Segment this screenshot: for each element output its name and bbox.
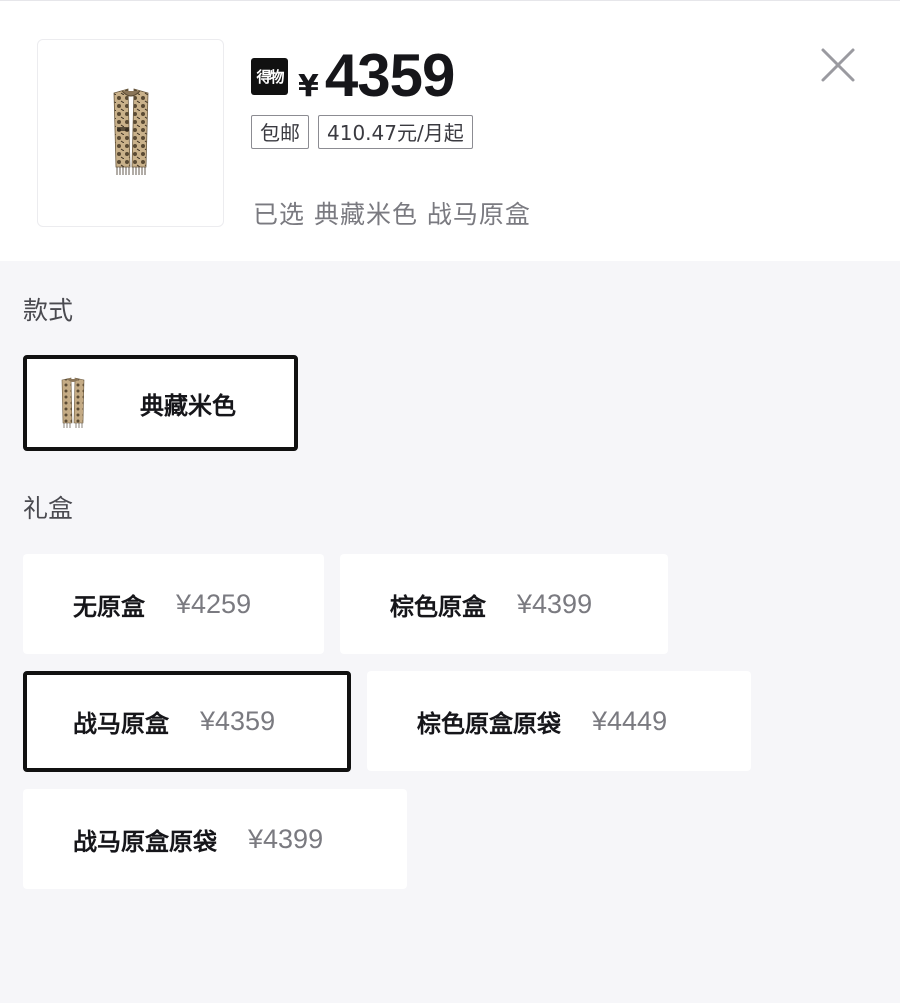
close-button[interactable]: [818, 45, 858, 85]
installment-tag[interactable]: 410.47元/月起: [318, 115, 473, 149]
scarf-swatch-icon: [61, 377, 85, 428]
scarf-image-icon: [113, 88, 149, 175]
giftbox-option-no-box[interactable]: 无原盒 ¥4259: [23, 554, 324, 654]
style-section-title: 款式: [23, 296, 74, 325]
selected-summary: 已选 典藏米色 战马原盒: [253, 200, 531, 229]
giftbox-option-horse-box[interactable]: 战马原盒 ¥4359: [23, 671, 351, 772]
currency-symbol: ¥: [298, 69, 319, 104]
brand-logo-badge: 得物: [251, 57, 288, 95]
giftbox-option-brown-box[interactable]: 棕色原盒 ¥4399: [340, 554, 668, 654]
product-thumbnail[interactable]: [37, 39, 224, 227]
giftbox-option-price: ¥4449: [592, 705, 668, 736]
giftbox-option-price: ¥4399: [517, 588, 593, 619]
giftbox-option-label: 战马原盒原袋: [73, 827, 217, 856]
style-option-dianzang-beige[interactable]: 典藏米色: [23, 355, 298, 451]
product-price: 4359: [324, 42, 455, 109]
giftbox-section-title: 礼盒: [23, 494, 74, 523]
close-icon: [821, 48, 855, 82]
giftbox-option-label: 棕色原盒原袋: [417, 709, 561, 738]
giftbox-option-price: ¥4399: [248, 823, 324, 854]
giftbox-option-label: 战马原盒: [73, 710, 169, 738]
giftbox-option-label: 无原盒: [73, 592, 145, 621]
product-header: 得物 ¥ 4359 包邮 410.47元/月起 已选 典藏米色 战马原盒: [0, 1, 900, 261]
price-row: 得物 ¥ 4359: [251, 41, 455, 109]
giftbox-option-brown-box-bag[interactable]: 棕色原盒原袋 ¥4449: [367, 671, 751, 771]
style-option-label: 典藏米色: [140, 391, 236, 420]
giftbox-option-price: ¥4259: [176, 588, 252, 619]
giftbox-option-price: ¥4359: [200, 706, 276, 736]
giftbox-option-label: 棕色原盒: [390, 592, 486, 621]
giftbox-option-horse-box-bag[interactable]: 战马原盒原袋 ¥4399: [23, 789, 407, 889]
free-shipping-tag: 包邮: [251, 115, 309, 149]
price-tags: 包邮 410.47元/月起: [251, 115, 482, 149]
